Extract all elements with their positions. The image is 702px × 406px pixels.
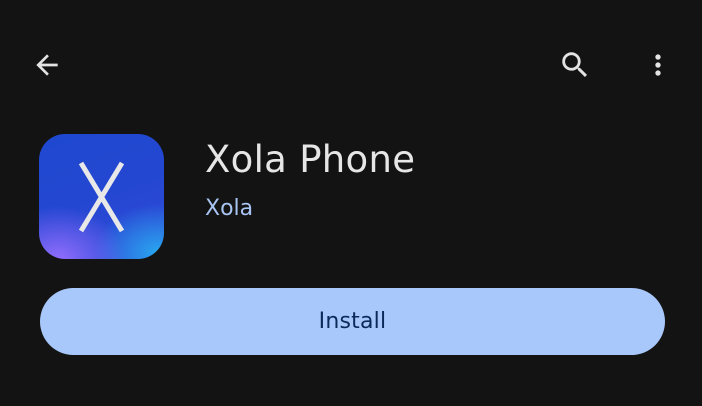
app-title: Xola Phone xyxy=(205,138,416,181)
install-button-label: Install xyxy=(318,309,387,334)
app-icon xyxy=(39,134,164,259)
arrow-back-icon xyxy=(36,54,58,76)
developer-link[interactable]: Xola xyxy=(205,196,253,221)
search-icon xyxy=(562,52,588,78)
more-options-button[interactable] xyxy=(633,40,683,90)
app-details-screen: Xola Phone Xola Install xyxy=(0,0,702,406)
more-vert-icon xyxy=(655,54,661,76)
back-button[interactable] xyxy=(22,40,72,90)
search-button[interactable] xyxy=(550,40,600,90)
x-logo-icon xyxy=(78,161,125,233)
install-button[interactable]: Install xyxy=(40,288,665,355)
